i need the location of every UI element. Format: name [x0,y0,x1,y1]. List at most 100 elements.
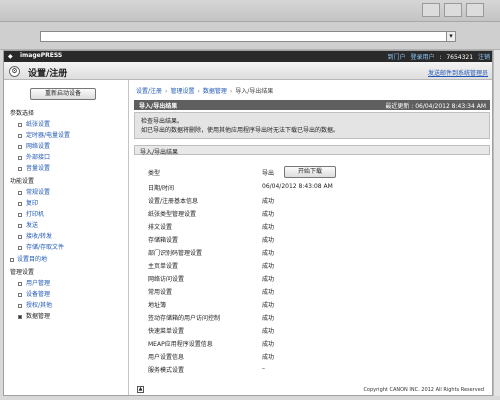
breadcrumb-item[interactable]: 管理设置 [170,88,194,95]
row-label: 日期/时间 [148,185,175,192]
sidebar-item-license[interactable]: 授权/其他 [18,300,52,309]
row-value: 成功 [262,263,275,270]
sidebar-item-copy[interactable]: 复印 [18,198,38,207]
row-value: 成功 [262,211,275,218]
close-window-button[interactable] [466,3,484,17]
row-label: 排文设置 [148,224,173,231]
main-content: 设置/注册 › 管理设置 › 数据管理 › 导入/导出结果 导入/导出结果 最近更新 : 0… [130,80,492,395]
login-user-id: 7654321 [446,54,474,61]
bullet-icon [18,303,22,308]
brand-name: imagePRESS [20,52,63,59]
settings-gear-icon: ⚙ [9,66,20,77]
row-label: 服务模式设置 [148,367,185,374]
row-value: 成功 [262,250,275,257]
row-label: 快速菜单设置 [148,328,185,335]
sidebar-item-external[interactable]: 外部接口 [18,152,50,161]
bullet-icon [18,245,22,250]
maximize-button[interactable] [444,3,462,17]
page-title: 设置/注册 [28,69,68,79]
notice-box: 检查导出结果。 如已导出的数据将删除，使用其他应用程序导出时无法下载已导出的数据… [134,112,490,139]
row-label: 用户设置信息 [148,354,185,361]
row-value: 成功 [262,198,275,205]
breadcrumb-current: 导入/导出结果 [235,88,274,95]
bullet-icon [18,190,22,195]
web-page: ◆ imagePRESS 到门户 登录用户 : 7654321 注销 ⚙ 设置/… [3,50,493,396]
scroll-top-icon[interactable]: ▲ [137,386,144,393]
row-value: 成功 [262,302,275,309]
bullet-icon [18,281,22,286]
result-section-header: 导入/导出结果 最近更新 : 06/04/2012 8:43:34 AM [134,100,490,110]
sidebar-item-receive[interactable]: 接收/转发 [18,231,52,240]
bullet-icon [18,201,22,206]
logout-link[interactable]: 注销 [478,54,490,61]
sidebar-item-user-mgmt[interactable]: 用户管理 [18,278,50,287]
portal-link[interactable]: 到门户 [388,54,406,61]
address-dropdown-icon[interactable]: ▾ [446,31,456,42]
row-value: 导出 [262,170,275,177]
address-input[interactable] [40,31,456,42]
sidebar-item-store[interactable]: 存储/存取文件 [18,242,64,251]
minimize-button[interactable] [422,3,440,17]
row-value: 成功 [262,237,275,244]
header-links: 到门户 登录用户 : 7654321 注销 [385,52,491,61]
sidebar-item-volume[interactable]: 音量设置 [18,163,50,172]
breadcrumb: 设置/注册 › 管理设置 › 数据管理 › 导入/导出结果 [136,88,274,95]
notice-line: 如已导出的数据将删除，使用其他应用程序导出时无法下载已导出的数据。 [141,127,340,134]
mail-admin-link[interactable]: 发送邮件到系统管理员 [428,68,488,77]
address-bar: ▾ [0,22,500,50]
canon-logo-icon: ◆ [8,53,13,60]
bullet-icon [18,166,22,171]
top-header: ◆ imagePRESS 到门户 登录用户 : 7654321 注销 [4,51,492,62]
row-value: 成功 [262,315,275,322]
sidebar-item-send[interactable]: 发送 [18,220,38,229]
start-download-button[interactable]: 开始下载 [284,166,336,178]
sidebar-item-printer[interactable]: 打印机 [18,209,44,218]
sidebar-item-timer[interactable]: 定时器/电量设置 [18,130,70,139]
login-user-label: 登录用户 [410,54,435,61]
bullet-icon [18,223,22,228]
last-updated: 最近更新 : 06/04/2012 8:43:34 AM [385,103,486,110]
row-label: 设置/注册基本信息 [148,198,199,205]
bullet-icon [10,257,14,262]
row-label: 地址簿 [148,302,167,309]
row-value: 成功 [262,328,275,335]
row-label: 纸张类型管理设置 [148,211,197,218]
row-value: 成功 [262,341,275,348]
row-value: 06/04/2012 8:43:08 AM [262,183,333,190]
breadcrumb-item[interactable]: 设置/注册 [136,88,162,95]
sidebar-item-common[interactable]: 常规设置 [18,187,50,196]
row-label: MEAP应用程序设置信息 [148,341,213,348]
row-label: 网络访问设置 [148,276,185,283]
sidebar-item-destinations[interactable]: 设置目的地 [10,254,47,263]
app-header: ⚙ 设置/注册 发送邮件到系统管理员 [4,62,492,80]
row-value: – [262,365,265,372]
restart-device-button[interactable]: 重新启动设备 [30,88,96,100]
bullet-icon [18,155,22,160]
bullet-icon [18,144,22,149]
row-label: 类型 [148,170,161,177]
sidebar-item-data-mgmt[interactable]: 数据管理 [18,311,50,320]
row-label: 常用设置 [148,289,173,296]
row-label: 签动存储箱的用户访问控制 [148,315,221,322]
nav-heading-preferences: 参数选择 [10,110,35,117]
bullet-icon [18,234,22,239]
row-label: 存储箱设置 [148,237,179,244]
row-value: 成功 [262,354,275,361]
detail-section-title: 导入/导出结果 [140,149,179,156]
sidebar: 重新启动设备 参数选择 纸张设置 定时器/电量设置 网络设置 外部接口 音量设置… [4,80,129,395]
window-titlebar [0,0,500,22]
result-section-title: 导入/导出结果 [139,103,178,110]
breadcrumb-item[interactable]: 数据管理 [203,88,227,95]
row-value: 成功 [262,289,275,296]
bullet-icon [18,292,22,297]
browser-window: ▾ ◆ imagePRESS 到门户 登录用户 : 7654321 注销 ⚙ 设… [0,0,500,400]
sidebar-item-device-mgmt[interactable]: 设备管理 [18,289,50,298]
sidebar-item-paper[interactable]: 纸张设置 [18,119,50,128]
row-label: 部门识别码管理设置 [148,250,203,257]
vertical-scrollbar[interactable] [493,50,500,396]
bullet-icon [18,122,22,127]
sidebar-item-network[interactable]: 网络设置 [18,141,50,150]
row-value: 成功 [262,224,275,231]
bullet-icon [18,212,22,217]
bullet-icon [18,133,22,138]
